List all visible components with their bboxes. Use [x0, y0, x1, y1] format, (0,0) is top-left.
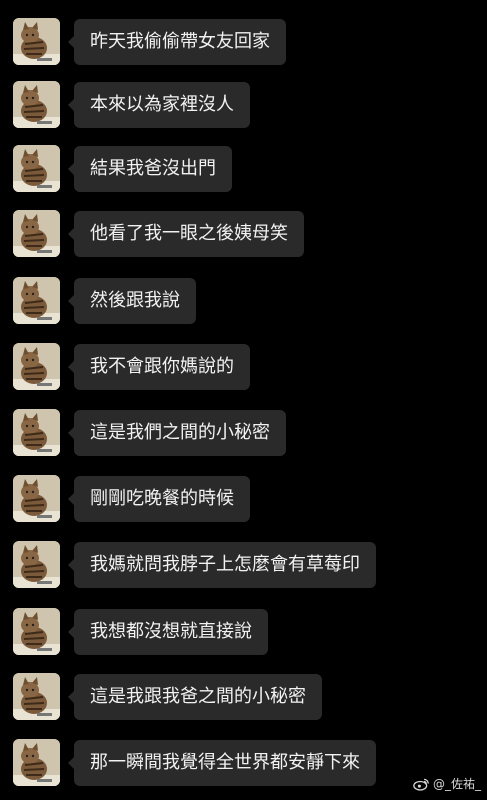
cat-avatar-icon[interactable]: [13, 541, 60, 588]
weibo-icon: [413, 777, 430, 791]
cat-avatar-icon[interactable]: [13, 145, 60, 192]
message-bubble: 然後跟我說: [68, 278, 196, 324]
cat-avatar-icon[interactable]: [13, 608, 60, 655]
cat-avatar-icon[interactable]: [13, 409, 60, 456]
message-bubble: 本來以為家裡沒人: [68, 82, 250, 128]
message-row: 這是我們之間的小秘密: [0, 402, 487, 462]
message-row: 我想都沒想就直接說: [0, 601, 487, 661]
cat-avatar-icon[interactable]: [13, 81, 60, 128]
cat-avatar-icon[interactable]: [13, 277, 60, 324]
message-row: 我不會跟你媽說的: [0, 336, 487, 396]
message-row: 然後跟我說: [0, 270, 487, 330]
cat-avatar-icon[interactable]: [13, 210, 60, 257]
message-row: 他看了我一眼之後姨母笑: [0, 203, 487, 263]
message-row: 這是我跟我爸之間的小秘密: [0, 666, 487, 726]
message-row: 本來以為家裡沒人: [0, 74, 487, 134]
watermark-text: @_佐祐_: [432, 777, 481, 791]
message-row: 剛剛吃晚餐的時候: [0, 468, 487, 528]
message-bubble: 我想都沒想就直接說: [68, 609, 268, 655]
message-bubble: 我不會跟你媽說的: [68, 344, 250, 390]
cat-avatar-icon[interactable]: [13, 343, 60, 390]
cat-avatar-icon[interactable]: [13, 18, 60, 65]
chat-thread: 昨天我偷偷帶女友回家 本來以為家裡沒人 結果我爸沒出門 他看了我一眼之後姨母笑 …: [0, 0, 487, 800]
message-bubble: 我媽就問我脖子上怎麼會有草莓印: [68, 542, 376, 588]
message-bubble: 結果我爸沒出門: [68, 146, 232, 192]
message-bubble: 剛剛吃晚餐的時候: [68, 476, 250, 522]
cat-avatar-icon[interactable]: [13, 739, 60, 786]
message-bubble: 那一瞬間我覺得全世界都安靜下來: [68, 740, 376, 786]
message-row: 我媽就問我脖子上怎麼會有草莓印: [0, 534, 487, 594]
cat-avatar-icon[interactable]: [13, 673, 60, 720]
message-row: 結果我爸沒出門: [0, 138, 487, 198]
message-bubble: 昨天我偷偷帶女友回家: [68, 19, 286, 65]
message-bubble: 他看了我一眼之後姨母笑: [68, 211, 304, 257]
message-row: 昨天我偷偷帶女友回家: [0, 11, 487, 71]
watermark: @_佐祐_: [413, 775, 481, 792]
cat-avatar-icon[interactable]: [13, 475, 60, 522]
message-bubble: 這是我們之間的小秘密: [68, 410, 286, 456]
message-bubble: 這是我跟我爸之間的小秘密: [68, 674, 322, 720]
